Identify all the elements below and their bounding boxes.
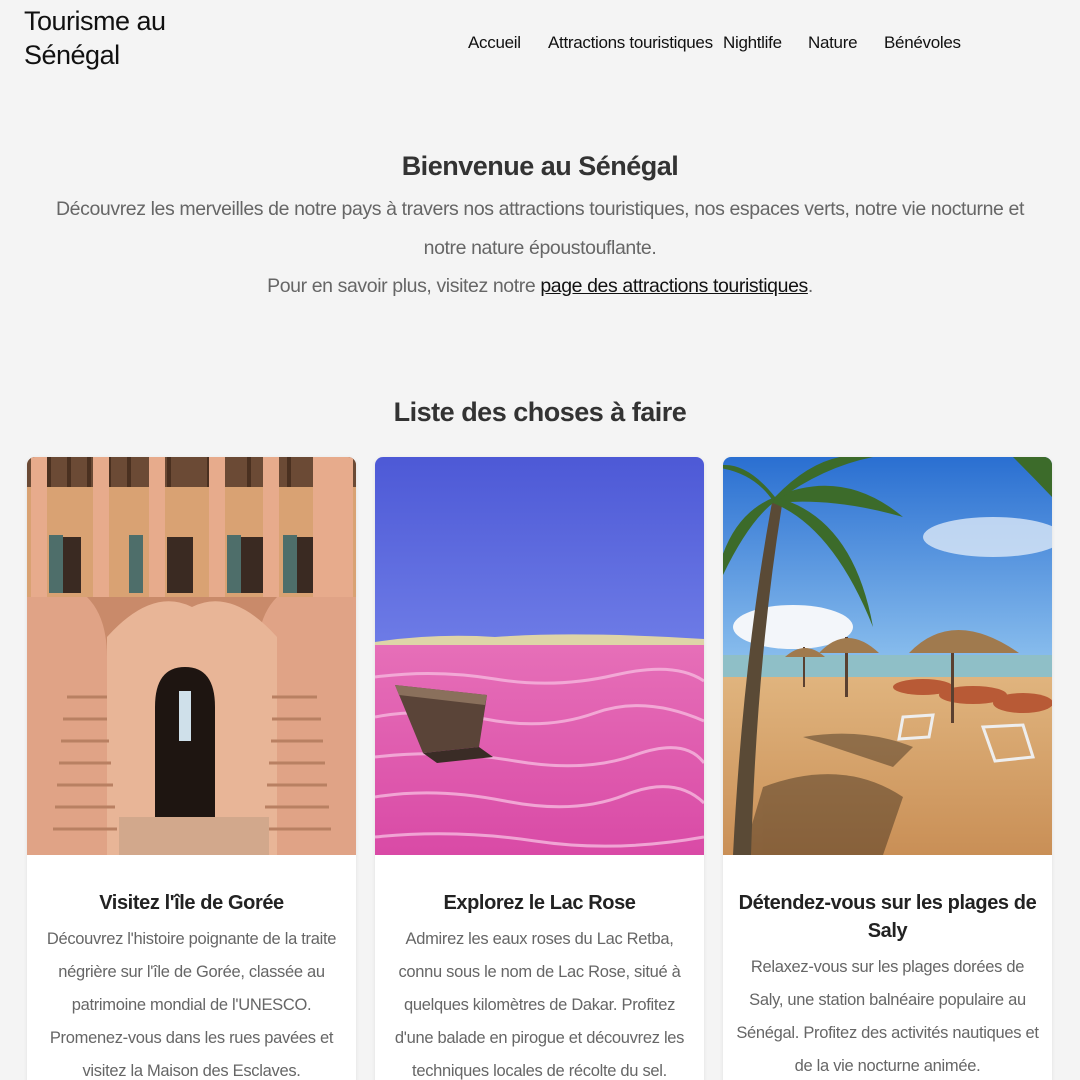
nav-link-nightlife[interactable]: Nightlife (723, 33, 782, 53)
lac-rose-boat-photo (375, 457, 704, 855)
nav-link-nature[interactable]: Nature (808, 33, 858, 53)
card-description: Relaxez-vous sur les plages dorées de Sa… (736, 958, 1039, 1075)
welcome-section: Bienvenue au Sénégal Découvrez les merve… (40, 148, 1040, 306)
welcome-more-prefix: Pour en savoir plus, visitez notre (267, 275, 541, 297)
saly-beach-photo (723, 457, 1052, 855)
card-title: Explorez le Lac Rose (443, 892, 636, 914)
card-description: Admirez les eaux roses du Lac Retba, con… (394, 930, 685, 1080)
main-nav: Accueil Attractions touristiques Nightli… (0, 33, 1080, 59)
card-title: Détendez-vous sur les plages de Saly (738, 892, 1037, 942)
todo-cards: Visitez l'île de Gorée Découvrez l'histo… (0, 457, 1080, 1080)
card-body: Explorez le Lac Rose Admirez les eaux ro… (375, 855, 704, 1080)
nav-link-attractions[interactable]: Attractions touristiques (548, 33, 713, 53)
welcome-more-text: Pour en savoir plus, visitez notre page … (267, 275, 813, 297)
todo-section-title: Liste des choses à faire (393, 397, 687, 427)
nav-link-accueil[interactable]: Accueil (468, 33, 521, 53)
card-saly[interactable]: Détendez-vous sur les plages de Saly Rel… (723, 457, 1052, 1080)
nav-link-benevoles[interactable]: Bénévoles (884, 33, 961, 53)
card-body: Détendez-vous sur les plages de Saly Rel… (723, 855, 1052, 1080)
attractions-page-link[interactable]: page des attractions touristiques (540, 275, 808, 297)
card-title: Visitez l'île de Gorée (99, 892, 284, 914)
card-description: Découvrez l'histoire poignante de la tra… (46, 930, 337, 1080)
card-lac-rose[interactable]: Explorez le Lac Rose Admirez les eaux ro… (375, 457, 704, 1080)
card-goree[interactable]: Visitez l'île de Gorée Découvrez l'histo… (27, 457, 356, 1080)
welcome-title: Bienvenue au Sénégal (401, 151, 679, 181)
goree-staircase-photo (27, 457, 356, 855)
welcome-more-suffix: . (807, 275, 813, 297)
welcome-intro: Découvrez les merveilles de notre pays à… (40, 190, 1040, 306)
site-header: Tourisme au Sénégal Accueil Attractions … (0, 0, 1080, 100)
card-body: Visitez l'île de Gorée Découvrez l'histo… (27, 855, 356, 1080)
welcome-intro-text: Découvrez les merveilles de notre pays à… (56, 198, 1024, 259)
